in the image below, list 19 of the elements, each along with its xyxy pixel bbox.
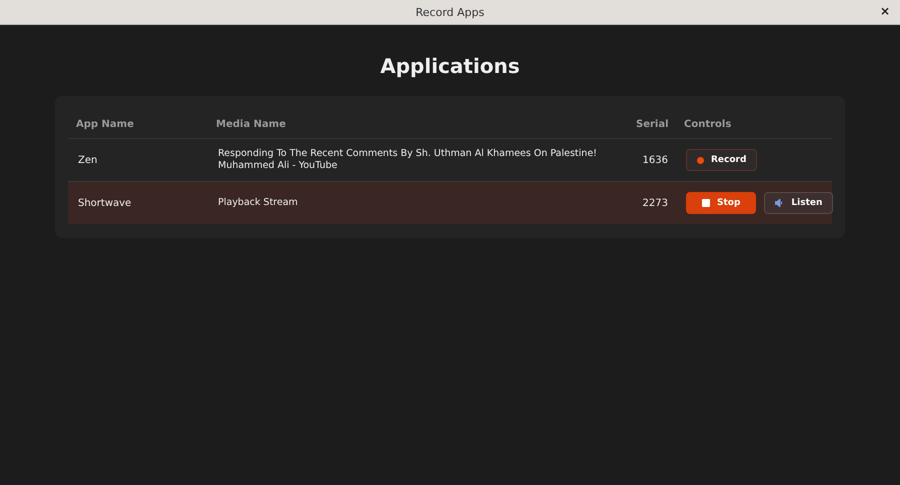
column-header: App Name	[76, 118, 135, 130]
record-icon	[697, 156, 704, 164]
serial-number: 2273	[642, 198, 669, 208]
column-header: Serial	[636, 118, 670, 130]
stop-button[interactable]: Stop	[686, 192, 756, 214]
stop-icon	[702, 199, 710, 207]
speaker-icon	[775, 199, 784, 207]
page-heading: Applications	[379, 53, 521, 80]
column-header: Media Name	[216, 118, 287, 130]
app-name: Shortwave	[78, 198, 132, 208]
window-title: Record Apps	[416, 6, 484, 18]
close-button[interactable]: ×	[878, 4, 892, 18]
serial-number: 1636	[642, 154, 669, 166]
record-button[interactable]: Record	[686, 149, 758, 171]
media-name: Playback Stream	[218, 197, 299, 209]
listen-button[interactable]: Listen	[764, 192, 834, 214]
column-header: Controls	[684, 118, 732, 130]
media-name: Responding To The Recent Comments By Sh. Uthman Al Khamees On Palestine! Muhammed Ali - YouTube	[218, 148, 598, 172]
app-name: Zen	[78, 154, 98, 166]
